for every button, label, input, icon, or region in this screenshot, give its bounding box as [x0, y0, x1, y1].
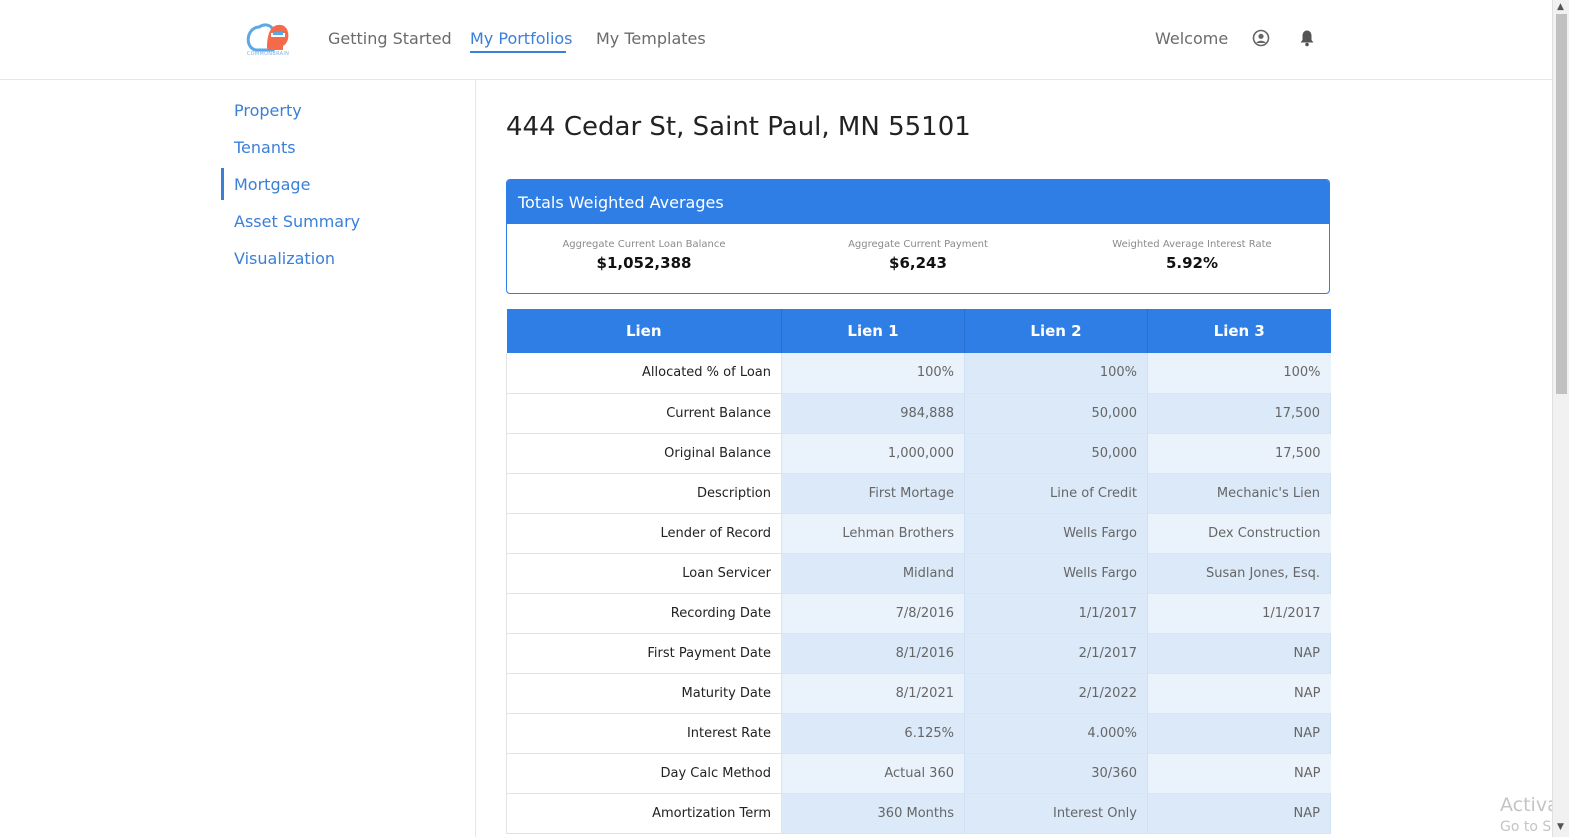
sidebar-item-mortgage[interactable]: Mortgage — [234, 175, 310, 194]
table-row: Lender of Record Lehman Brothers Wells F… — [506, 513, 1331, 554]
cell-lien-1[interactable]: 6.125% — [781, 713, 965, 754]
cell-lien-2[interactable]: 50,000 — [964, 393, 1148, 434]
cell-lien-1[interactable]: Lehman Brothers — [781, 513, 965, 554]
cell-lien-3[interactable]: 100% — [1147, 353, 1331, 394]
metric-label: Aggregate Current Payment — [848, 239, 988, 250]
cell-lien-2[interactable]: Interest Only — [964, 793, 1148, 834]
page-scrollbar[interactable]: ▲ ▼ — [1552, 0, 1569, 837]
table-row: First Payment Date 8/1/2016 2/1/2017 NAP — [506, 633, 1331, 674]
user-account-icon[interactable] — [1252, 29, 1272, 49]
cell-lien-1[interactable]: 8/1/2021 — [781, 673, 965, 714]
cell-lien-2[interactable]: 2/1/2022 — [964, 673, 1148, 714]
nav-my-portfolios[interactable]: My Portfolios — [470, 29, 573, 48]
cell-lien-2[interactable]: Wells Fargo — [964, 513, 1148, 554]
table-row: Recording Date 7/8/2016 1/1/2017 1/1/201… — [506, 593, 1331, 634]
cell-lien-2[interactable]: 1/1/2017 — [964, 593, 1148, 634]
table-row: Original Balance 1,000,000 50,000 17,500 — [506, 433, 1331, 474]
cell-lien-1[interactable]: 1,000,000 — [781, 433, 965, 474]
page-title: 444 Cedar St, Saint Paul, MN 55101 — [506, 112, 971, 142]
cell-lien-2[interactable]: 50,000 — [964, 433, 1148, 474]
cell-lien-2[interactable]: 30/360 — [964, 753, 1148, 794]
metric-value: 5.92% — [1165, 254, 1219, 272]
metric-weighted-interest-rate: Weighted Average Interest Rate 5.92% — [1055, 224, 1329, 293]
metric-label: Aggregate Current Loan Balance — [562, 239, 726, 250]
cell-lien-2[interactable]: Wells Fargo — [964, 553, 1148, 594]
cell-lien-2[interactable]: Line of Credit — [964, 473, 1148, 514]
table-row: Interest Rate 6.125% 4.000% NAP — [506, 713, 1331, 754]
table-row: Description First Mortage Line of Credit… — [506, 473, 1331, 514]
cell-lien-3[interactable]: Mechanic's Lien — [1147, 473, 1331, 514]
sidebar-item-tenants[interactable]: Tenants — [234, 138, 296, 157]
column-header-lien-2: Lien 2 — [964, 309, 1148, 353]
table-row: Current Balance 984,888 50,000 17,500 — [506, 393, 1331, 434]
lien-table: Lien Lien 1 Lien 2 Lien 3 Allocated % of… — [506, 309, 1331, 834]
cell-lien-1[interactable]: First Mortage — [781, 473, 965, 514]
table-row: Allocated % of Loan 100% 100% 100% — [506, 353, 1331, 394]
metric-aggregate-loan-balance: Aggregate Current Loan Balance $1,052,38… — [507, 224, 781, 293]
table-row: Day Calc Method Actual 360 30/360 NAP — [506, 753, 1331, 794]
cell-lien-1[interactable]: 100% — [781, 353, 965, 394]
column-header-lien: Lien — [506, 309, 782, 353]
metric-value: $6,243 — [889, 254, 947, 272]
metric-aggregate-payment: Aggregate Current Payment $6,243 — [781, 224, 1055, 293]
nav-my-templates[interactable]: My Templates — [596, 29, 706, 48]
cell-lien-3[interactable]: NAP — [1147, 673, 1331, 714]
cell-lien-1[interactable]: 7/8/2016 — [781, 593, 965, 634]
table-row: Maturity Date 8/1/2021 2/1/2022 NAP — [506, 673, 1331, 714]
totals-card: Totals Weighted Averages Aggregate Curre… — [506, 179, 1330, 294]
row-label: First Payment Date — [506, 633, 782, 674]
row-label: Amortization Term — [506, 793, 782, 834]
row-label: Maturity Date — [506, 673, 782, 714]
logo-wordmark: COMMONBRAIN — [246, 51, 290, 57]
row-label: Current Balance — [506, 393, 782, 434]
cell-lien-3[interactable]: 17,500 — [1147, 393, 1331, 434]
sidebar-item-property[interactable]: Property — [234, 101, 302, 120]
row-label: Description — [506, 473, 782, 514]
metric-value: $1,052,388 — [596, 254, 692, 272]
row-label: Loan Servicer — [506, 553, 782, 594]
sidebar-item-asset-summary[interactable]: Asset Summary — [234, 212, 360, 231]
sidebar-active-indicator — [221, 168, 224, 200]
cell-lien-2[interactable]: 4.000% — [964, 713, 1148, 754]
scroll-up-arrow-icon[interactable]: ▲ — [1557, 2, 1564, 12]
scrollbar-thumb[interactable] — [1556, 14, 1567, 394]
lien-table-header-row: Lien Lien 1 Lien 2 Lien 3 — [506, 309, 1331, 353]
column-header-lien-3: Lien 3 — [1147, 309, 1331, 353]
cell-lien-2[interactable]: 2/1/2017 — [964, 633, 1148, 674]
metric-label: Weighted Average Interest Rate — [1112, 239, 1272, 250]
sidebar-item-visualization[interactable]: Visualization — [234, 249, 335, 268]
row-label: Allocated % of Loan — [506, 353, 782, 394]
cell-lien-1[interactable]: 984,888 — [781, 393, 965, 434]
nav-getting-started[interactable]: Getting Started — [328, 29, 452, 48]
totals-card-body: Aggregate Current Loan Balance $1,052,38… — [507, 224, 1329, 293]
cell-lien-3[interactable]: NAP — [1147, 753, 1331, 794]
row-label: Original Balance — [506, 433, 782, 474]
scroll-down-arrow-icon[interactable]: ▼ — [1557, 822, 1564, 832]
row-label: Interest Rate — [506, 713, 782, 754]
cell-lien-3[interactable]: Susan Jones, Esq. — [1147, 553, 1331, 594]
cell-lien-1[interactable]: 8/1/2016 — [781, 633, 965, 674]
row-label: Lender of Record — [506, 513, 782, 554]
cell-lien-3[interactable]: NAP — [1147, 633, 1331, 674]
cell-lien-3[interactable]: 1/1/2017 — [1147, 593, 1331, 634]
row-label: Recording Date — [506, 593, 782, 634]
table-row: Loan Servicer Midland Wells Fargo Susan … — [506, 553, 1331, 594]
bell-icon[interactable] — [1299, 29, 1319, 49]
table-row: Amortization Term 360 Months Interest On… — [506, 793, 1331, 834]
cell-lien-1[interactable]: Midland — [781, 553, 965, 594]
totals-card-header: Totals Weighted Averages — [507, 180, 1329, 224]
cell-lien-1[interactable]: 360 Months — [781, 793, 965, 834]
column-header-lien-1: Lien 1 — [781, 309, 965, 353]
nav-active-underline — [470, 51, 566, 53]
cell-lien-3[interactable]: Dex Construction — [1147, 513, 1331, 554]
top-navbar: COMMONBRAIN Getting Started My Portfolio… — [0, 0, 1552, 80]
row-label: Day Calc Method — [506, 753, 782, 794]
welcome-text[interactable]: Welcome — [1155, 29, 1228, 48]
cell-lien-3[interactable]: NAP — [1147, 793, 1331, 834]
cell-lien-1[interactable]: Actual 360 — [781, 753, 965, 794]
cell-lien-3[interactable]: 17,500 — [1147, 433, 1331, 474]
cell-lien-2[interactable]: 100% — [964, 353, 1148, 394]
cell-lien-3[interactable]: NAP — [1147, 713, 1331, 754]
